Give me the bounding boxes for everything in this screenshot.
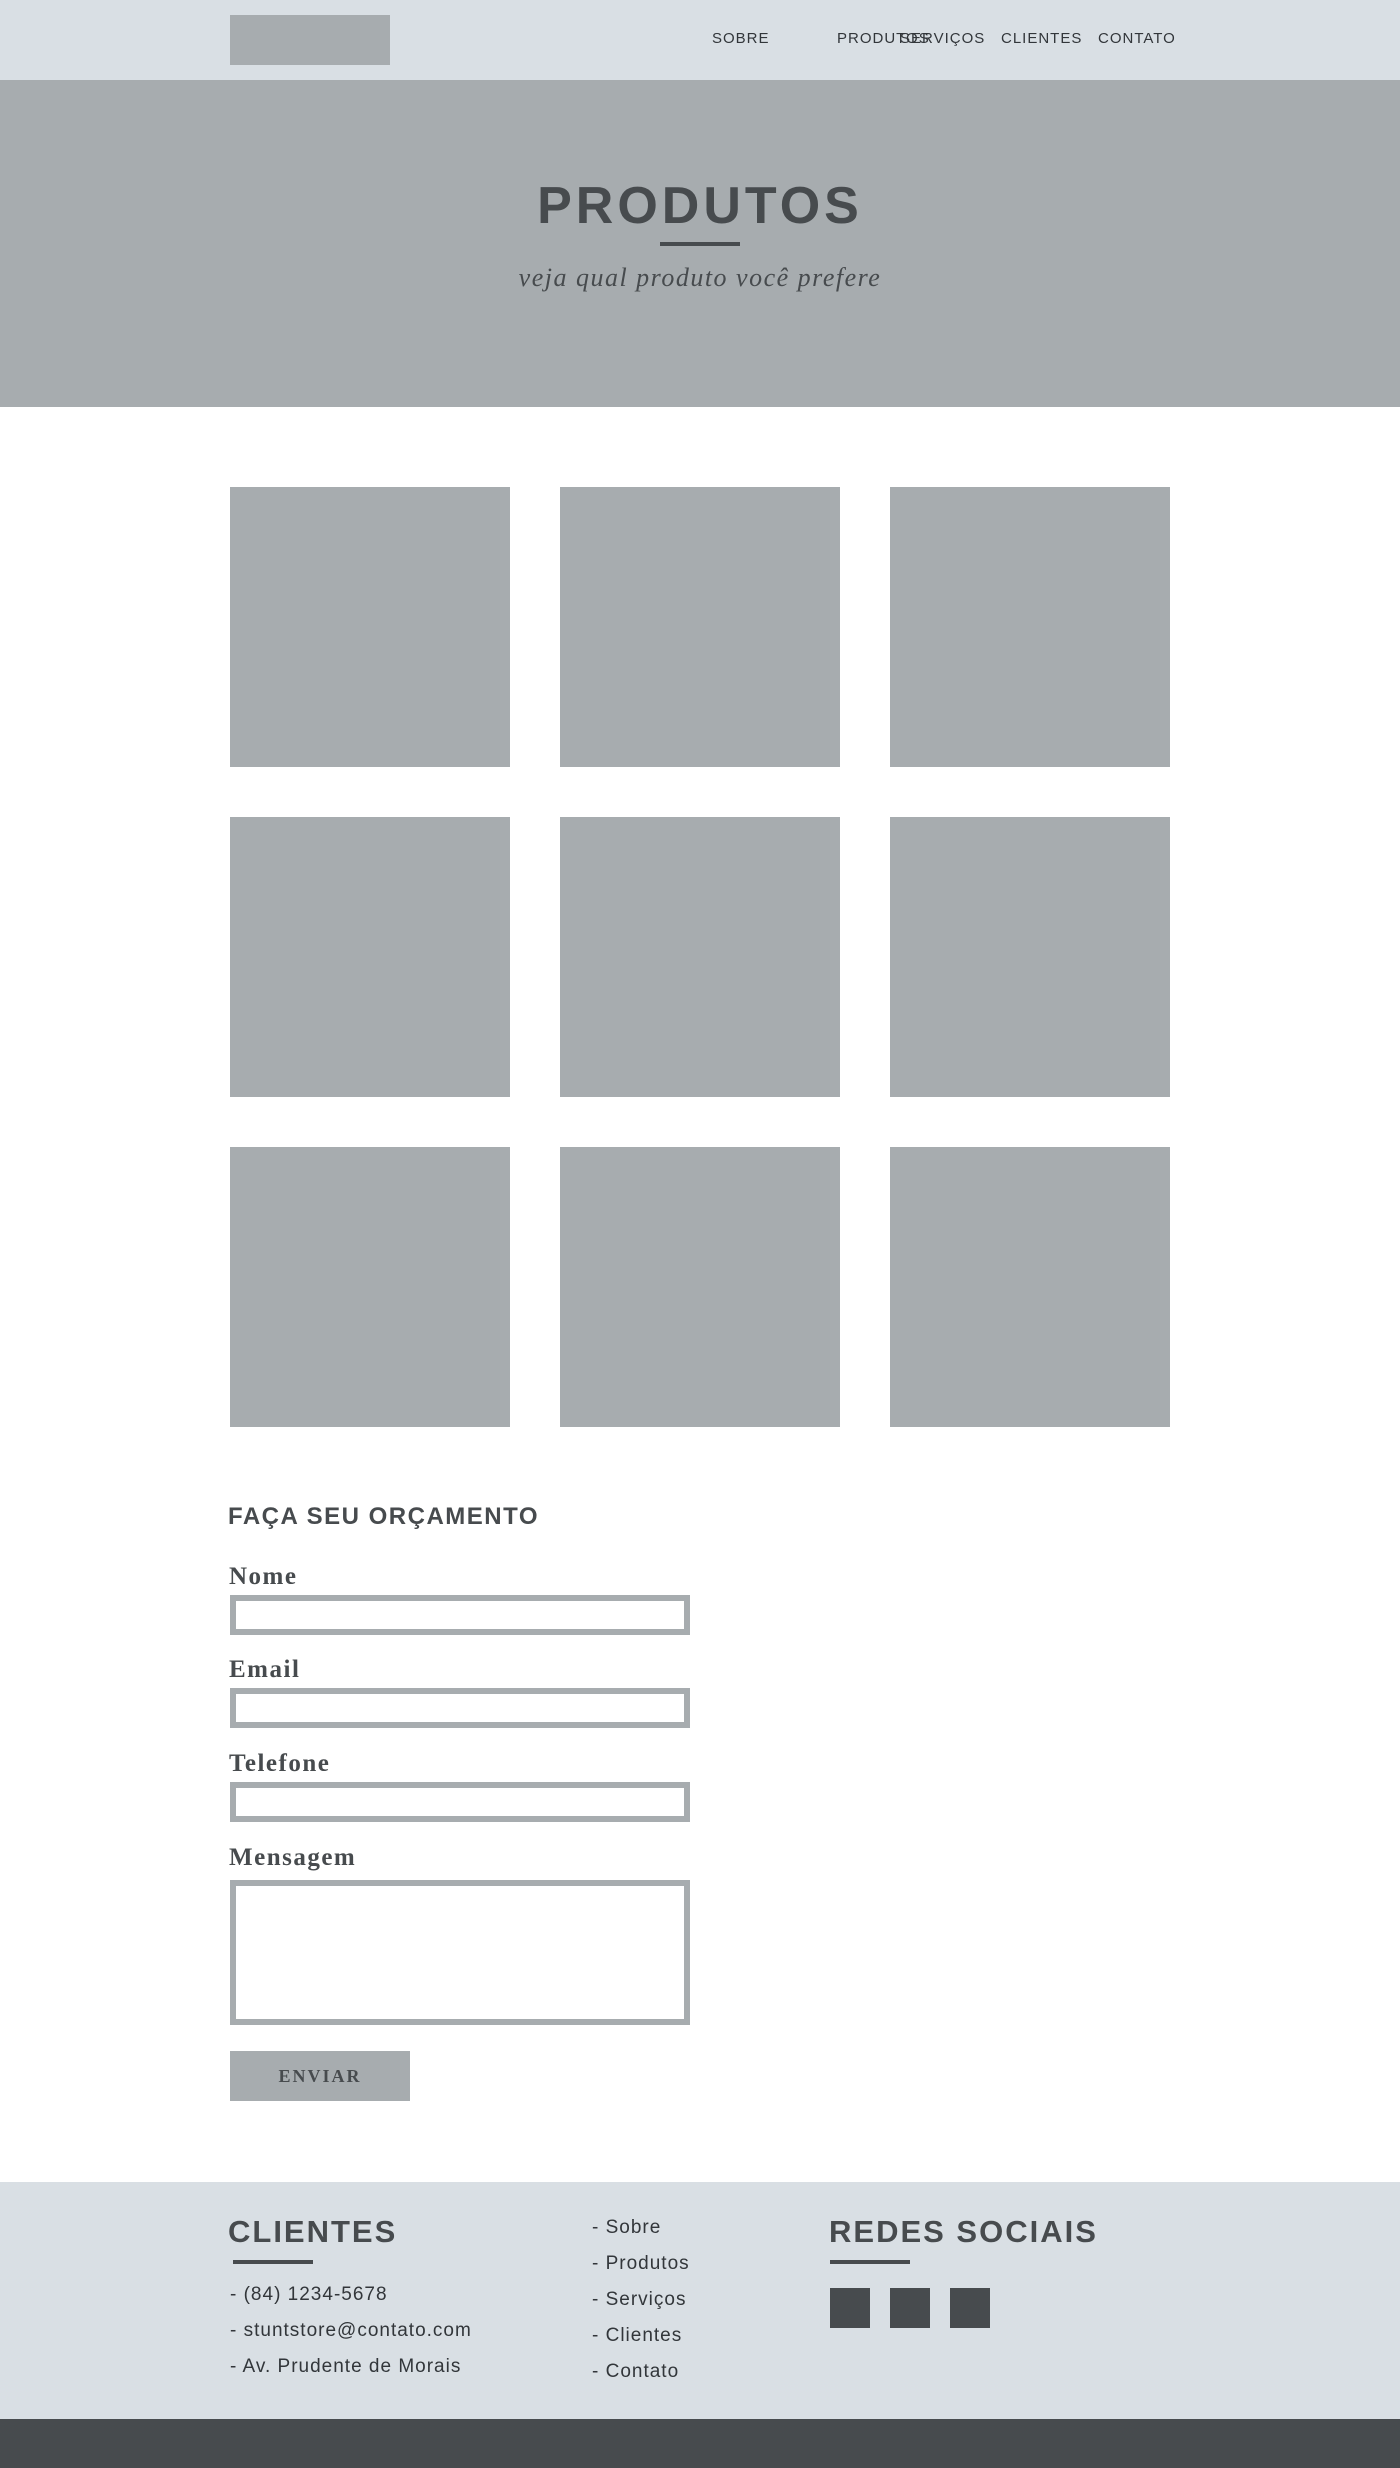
form-heading: FAÇA SEU ORÇAMENTO xyxy=(228,1503,540,1530)
contact-phone: - (84) 1234-5678 xyxy=(230,2284,388,2305)
product-card[interactable] xyxy=(230,1147,510,1427)
product-card[interactable] xyxy=(230,817,510,1097)
product-card[interactable] xyxy=(890,817,1170,1097)
social-icon[interactable] xyxy=(950,2288,990,2328)
name-label: Nome xyxy=(229,1563,298,1590)
message-field[interactable] xyxy=(230,1880,690,2025)
clients-underline xyxy=(233,2260,313,2264)
main-nav: SOBRE PRODUTOS SERVIÇOS CLIENTES CONTATO xyxy=(0,30,1400,50)
social-icon[interactable] xyxy=(890,2288,930,2328)
footer-link-sobre[interactable]: - Sobre xyxy=(592,2218,661,2237)
product-card[interactable] xyxy=(560,817,840,1097)
title-underline xyxy=(660,242,740,246)
email-field[interactable] xyxy=(230,1688,690,1728)
site-header: SOBRE PRODUTOS SERVIÇOS CLIENTES CONTATO xyxy=(0,0,1400,80)
hero-banner: PRODUTOS veja qual produto você prefere xyxy=(0,80,1400,407)
footer-link-produtos[interactable]: - Produtos xyxy=(592,2254,690,2273)
page-title: PRODUTOS xyxy=(537,177,863,235)
social-icon[interactable] xyxy=(830,2288,870,2328)
nav-item-sobre[interactable]: SOBRE xyxy=(712,30,770,47)
clients-heading: CLIENTES xyxy=(228,2214,398,2249)
nav-item-contato[interactable]: CONTATO xyxy=(1098,30,1176,47)
contact-address: - Av. Prudente de Morais xyxy=(230,2356,462,2377)
product-card[interactable] xyxy=(230,487,510,767)
social-underline xyxy=(830,2260,910,2264)
product-card[interactable] xyxy=(890,487,1170,767)
nav-item-clientes[interactable]: CLIENTES xyxy=(1001,30,1082,47)
product-card[interactable] xyxy=(560,1147,840,1427)
contact-email: - stuntstore@contato.com xyxy=(230,2320,472,2341)
footer-link-servicos[interactable]: - Serviços xyxy=(592,2290,686,2309)
product-card[interactable] xyxy=(890,1147,1170,1427)
product-card[interactable] xyxy=(560,487,840,767)
email-label: Email xyxy=(229,1656,301,1683)
nav-item-servicos[interactable]: SERVIÇOS xyxy=(900,30,985,47)
phone-label: Telefone xyxy=(229,1750,331,1777)
submit-button[interactable]: ENVIAR xyxy=(230,2051,410,2101)
social-heading: REDES SOCIAIS xyxy=(829,2214,1098,2249)
footer-link-clientes[interactable]: - Clientes xyxy=(592,2326,682,2345)
message-label: Mensagem xyxy=(229,1844,357,1871)
bottom-bar xyxy=(0,2419,1400,2468)
page-subtitle: veja qual produto você prefere xyxy=(518,263,882,292)
phone-field[interactable] xyxy=(230,1782,690,1822)
name-field[interactable] xyxy=(230,1595,690,1635)
site-footer: CLIENTES - (84) 1234-5678 - stuntstore@c… xyxy=(0,2182,1400,2419)
footer-link-contato[interactable]: - Contato xyxy=(592,2362,679,2381)
